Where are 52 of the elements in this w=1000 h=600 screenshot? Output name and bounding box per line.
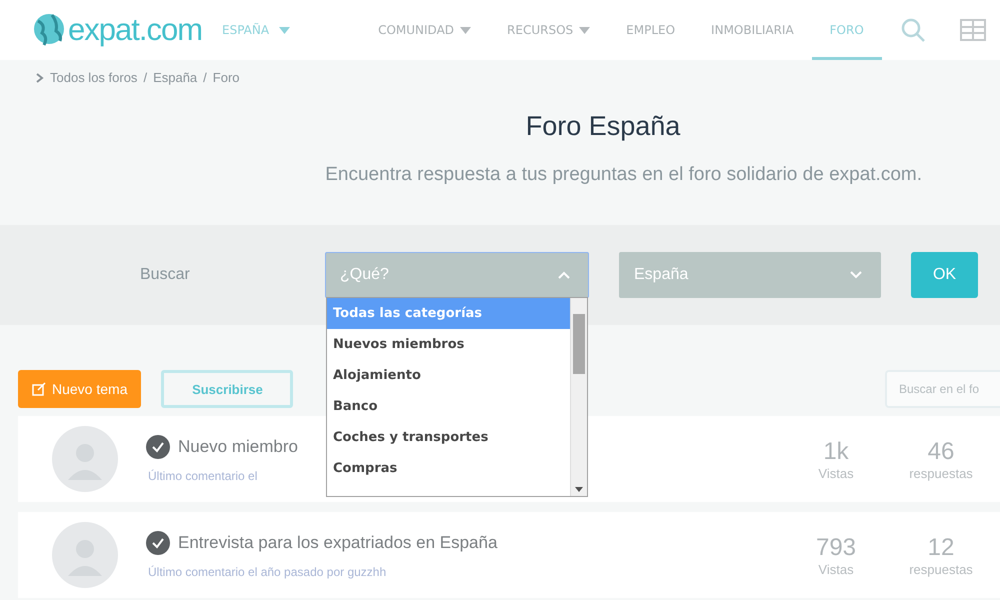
check-badge-icon [146, 435, 170, 459]
nav-tab[interactable]: RECURSOS [489, 0, 608, 60]
dropdown-option[interactable]: Coches y transportes [327, 422, 570, 453]
replies-count: 12 [928, 534, 954, 562]
breadcrumb-link[interactable]: España [153, 70, 198, 85]
ok-button[interactable]: OK [911, 252, 978, 298]
caret-icon [558, 271, 570, 279]
country-selector[interactable]: ESPAÑA [222, 23, 290, 37]
logo-text[interactable]: expat.com [68, 12, 202, 48]
category-select[interactable]: ¿Qué? [325, 252, 589, 298]
breadcrumb-link[interactable]: Foro [212, 70, 240, 85]
page-subtitle: Encuentra respuesta a tus preguntas en el foro solidario de expat.com. [324, 164, 923, 186]
last-comment: Último comentario el [147, 469, 258, 483]
dropdown-option[interactable]: Compras [327, 453, 570, 484]
avatar-icon [52, 426, 118, 492]
views-label: Vistas [818, 562, 854, 576]
search-icon[interactable] [900, 17, 926, 43]
replies-label: respuestas [909, 562, 973, 576]
edit-icon [32, 382, 46, 396]
forum-search-field[interactable]: Buscar en el fo [885, 370, 1000, 408]
nav-tab[interactable]: INMOBILIARIA [693, 0, 812, 60]
caret-icon [279, 26, 290, 34]
page-title: Foro España [524, 111, 682, 142]
subscribe-button[interactable]: Suscribirse [161, 370, 294, 408]
check-badge-icon [146, 531, 170, 555]
replies-count: 46 [928, 438, 954, 466]
search-label: Buscar [140, 266, 191, 284]
views-count: 1k [823, 438, 849, 466]
views-label: Vistas [818, 466, 854, 480]
last-comment: Último comentario el año pasado por guzzhh [147, 565, 388, 579]
caret-icon [850, 271, 862, 279]
menu-icon[interactable] [960, 19, 986, 41]
new-topic-button[interactable]: Nuevo tema [18, 370, 142, 408]
views-count: 793 [816, 534, 856, 562]
dropdown-option[interactable]: Alojamiento [327, 360, 570, 391]
breadcrumb-link[interactable]: Todos los foros [50, 70, 138, 85]
dropdown-option[interactable]: Todas las categorías [327, 298, 570, 329]
scrollbar[interactable] [570, 298, 587, 496]
topic-title[interactable]: Nuevo miembro [178, 437, 298, 457]
scroll-down-icon[interactable] [575, 487, 583, 492]
dropdown-option[interactable]: Nuevos miembros [327, 329, 570, 360]
nav-tab[interactable]: EMPLEO [608, 0, 694, 60]
chevron-icon [36, 72, 44, 82]
dropdown-option[interactable]: Banco [327, 391, 570, 422]
replies-label: respuestas [909, 466, 973, 480]
topic-title[interactable]: Entrevista para los expatriados en España [178, 533, 498, 553]
breadcrumb-separator: / [143, 70, 148, 85]
country-select[interactable]: España [619, 252, 881, 298]
avatar-icon [52, 522, 118, 588]
nav-tab[interactable]: COMUNIDAD [360, 0, 490, 60]
scrollbar-thumb[interactable] [573, 314, 585, 374]
breadcrumb-separator: / [203, 70, 207, 85]
